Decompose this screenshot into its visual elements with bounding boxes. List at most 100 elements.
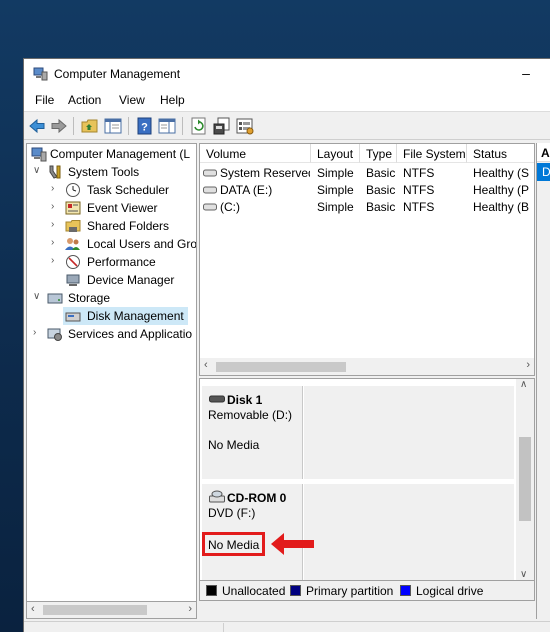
- legend-label: Primary partition: [306, 584, 394, 598]
- chevron-right-icon[interactable]: ›: [51, 255, 61, 266]
- clock-icon: [66, 183, 80, 197]
- column-header-status[interactable]: Status: [467, 144, 534, 163]
- column-header-layout[interactable]: Layout: [311, 144, 360, 163]
- cd-rom-0-partition-area[interactable]: [304, 484, 514, 580]
- properties-pane-icon[interactable]: [158, 117, 176, 135]
- navigation-tree: Computer Management (L ∨ System Tools › …: [26, 143, 197, 602]
- chevron-right-icon[interactable]: ›: [51, 219, 61, 230]
- drive-icon: [203, 169, 217, 177]
- left-arrow-icon: [271, 533, 314, 555]
- tree-label: Disk Management: [87, 309, 184, 323]
- highlight-box: [202, 532, 265, 556]
- toolbar-separator: [182, 117, 183, 135]
- tree-label: Event Viewer: [87, 201, 158, 215]
- chevron-right-icon[interactable]: ›: [51, 237, 61, 248]
- cell-file-system: NTFS: [403, 166, 435, 180]
- forward-arrow-icon[interactable]: [50, 117, 68, 135]
- chevron-right-icon[interactable]: ›: [51, 201, 61, 212]
- scroll-thumb[interactable]: [43, 605, 147, 615]
- tree-horizontal-scrollbar[interactable]: ‹ ›: [26, 602, 197, 619]
- event-viewer-icon: [65, 201, 81, 215]
- actions-pane: A D: [536, 143, 550, 619]
- disk-kind: Removable (D:): [208, 408, 293, 422]
- menu-file[interactable]: File: [35, 93, 54, 107]
- properties-icon[interactable]: [213, 117, 231, 135]
- disk-media: No Media: [208, 438, 260, 452]
- disk-kind: DVD (F:): [208, 506, 256, 520]
- scroll-left-icon[interactable]: ‹: [31, 603, 35, 615]
- actions-header: A: [537, 143, 550, 162]
- help-icon[interactable]: ?: [136, 117, 154, 135]
- computer-management-icon: [33, 67, 48, 81]
- show-hide-tree-icon[interactable]: [104, 117, 122, 135]
- scroll-right-icon[interactable]: ›: [188, 603, 192, 615]
- performance-icon: [66, 255, 80, 269]
- removable-drive-icon: [209, 395, 225, 403]
- export-list-icon[interactable]: [236, 117, 254, 135]
- cell-layout: Simple: [317, 200, 354, 214]
- legend-label: Unallocated: [222, 584, 286, 598]
- actions-item-disk-management[interactable]: D: [537, 163, 550, 181]
- chevron-right-icon[interactable]: ›: [51, 183, 61, 194]
- disk-name: CD-ROM 0: [227, 491, 287, 505]
- users-icon: [65, 238, 80, 250]
- scroll-thumb[interactable]: [519, 437, 531, 521]
- tree-item-system-tools[interactable]: ∨ System Tools: [27, 163, 196, 181]
- scroll-up-icon[interactable]: ∧: [520, 379, 527, 390]
- volume-list: Volume Layout Type File System Status Sy…: [199, 143, 535, 376]
- services-icon: [47, 328, 62, 341]
- chevron-down-icon[interactable]: ∨: [33, 165, 43, 176]
- disk-view-vertical-scrollbar[interactable]: ∧ ∨: [516, 379, 534, 580]
- back-arrow-icon[interactable]: [28, 117, 46, 135]
- title-bar[interactable]: Computer Management –: [24, 59, 550, 89]
- tree-item-local-users[interactable]: › Local Users and Gro: [27, 235, 196, 253]
- scroll-thumb[interactable]: [216, 362, 346, 372]
- system-tools-icon: [49, 165, 61, 179]
- chevron-right-icon[interactable]: ›: [33, 327, 43, 338]
- tree-item-disk-management[interactable]: Disk Management: [63, 307, 188, 325]
- menu-view[interactable]: View: [119, 93, 145, 107]
- disk-1-partition-area[interactable]: [304, 386, 514, 479]
- scroll-down-icon[interactable]: ∨: [520, 569, 527, 580]
- tree-item-shared-folders[interactable]: › Shared Folders: [27, 217, 196, 235]
- status-segment: [24, 623, 224, 632]
- scroll-right-icon[interactable]: ›: [526, 359, 530, 371]
- tree-item-event-viewer[interactable]: › Event Viewer: [27, 199, 196, 217]
- drive-icon: [203, 203, 217, 211]
- tree-label: Local Users and Gro: [87, 237, 197, 251]
- cell-volume: DATA (E:): [220, 183, 273, 197]
- tree-label: Storage: [68, 291, 111, 305]
- menu-action[interactable]: Action: [68, 93, 101, 107]
- tree-item-computer-management[interactable]: Computer Management (L: [27, 145, 196, 163]
- menu-help[interactable]: Help: [160, 93, 185, 107]
- column-header-file-system[interactable]: File System: [397, 144, 467, 163]
- column-header-type[interactable]: Type: [360, 144, 397, 163]
- minimize-button[interactable]: –: [519, 65, 533, 81]
- disk-management-icon: [65, 312, 81, 322]
- cell-file-system: NTFS: [403, 200, 435, 214]
- cell-file-system: NTFS: [403, 183, 435, 197]
- toolbar: ?: [24, 111, 550, 140]
- shared-folder-icon: [65, 220, 81, 232]
- cell-volume: (C:): [220, 200, 240, 214]
- tree-label: Device Manager: [87, 273, 175, 287]
- tree-item-performance[interactable]: › Performance: [27, 253, 196, 271]
- cell-type: Basic: [366, 183, 396, 197]
- volume-list-horizontal-scrollbar[interactable]: ‹ ›: [200, 358, 534, 375]
- tree-label: System Tools: [68, 165, 140, 179]
- tree-label: Task Scheduler: [87, 183, 170, 197]
- disk-1-label[interactable]: Disk 1 Removable (D:) No Media: [202, 386, 303, 479]
- tree-item-device-manager[interactable]: Device Manager: [27, 271, 196, 289]
- partition-legend: Unallocated Primary partition Logical dr…: [199, 581, 535, 601]
- tree-item-task-scheduler[interactable]: › Task Scheduler: [27, 181, 196, 199]
- refresh-icon[interactable]: [190, 117, 208, 135]
- window-title: Computer Management: [54, 67, 181, 81]
- tree-item-storage[interactable]: ∨ Storage: [27, 289, 196, 307]
- scroll-left-icon[interactable]: ‹: [204, 359, 208, 371]
- up-folder-icon[interactable]: [81, 117, 99, 135]
- tree-item-services-applications[interactable]: › Services and Applicatio: [27, 325, 196, 343]
- toolbar-separator: [128, 117, 129, 135]
- disk-name: Disk 1: [227, 393, 263, 407]
- column-header-volume[interactable]: Volume: [200, 144, 311, 163]
- chevron-down-icon[interactable]: ∨: [33, 291, 43, 302]
